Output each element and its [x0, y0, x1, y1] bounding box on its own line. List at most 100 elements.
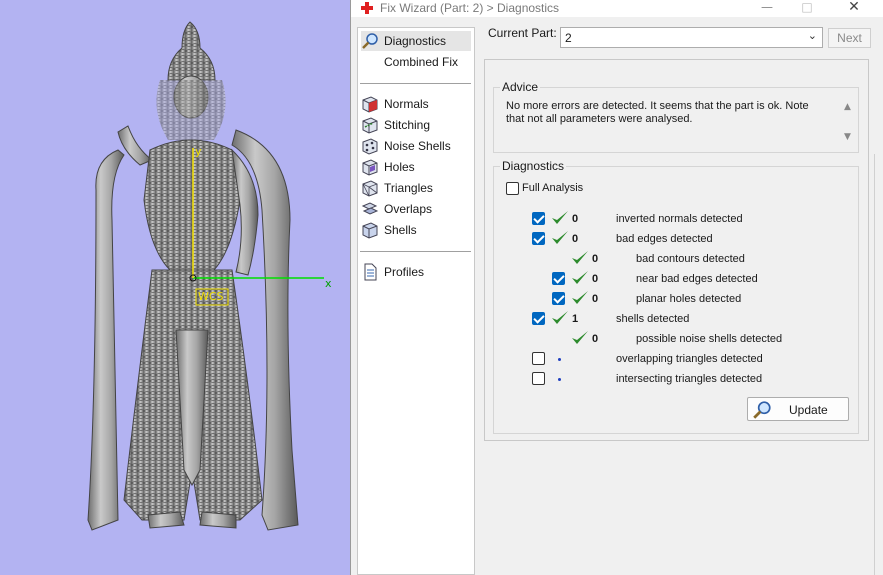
nav-item-profiles[interactable]: Profiles [361, 262, 471, 282]
diagnostic-checkbox[interactable] [532, 352, 545, 365]
nav-item-stitching[interactable]: Stitching [361, 115, 471, 135]
diagnostic-row: 0 planar holes detected [494, 291, 854, 309]
scroll-down-icon[interactable]: ▼ [844, 132, 851, 142]
nav-item-label: Normals [384, 97, 429, 111]
nav-item-label: Shells [384, 223, 417, 237]
fix-wizard-window: Fix Wizard (Part: 2) > Diagnostics — □ ✕… [350, 0, 883, 575]
diagnostic-checkbox[interactable] [532, 312, 545, 325]
diagnostic-count: 0 [592, 333, 599, 345]
green-check-icon [572, 271, 588, 284]
close-button[interactable]: ✕ [831, 0, 877, 17]
chevron-down-icon: ⌄ [807, 29, 817, 42]
current-part-label: Current Part: [488, 26, 557, 40]
diagnostic-row: 0 inverted normals detected [494, 211, 854, 229]
wizard-nav-panel: Diagnostics Combined Fix Normals Stitchi… [357, 27, 475, 575]
green-check-icon [572, 291, 588, 304]
diagnostic-label: intersecting triangles detected [616, 373, 763, 385]
nav-item-noise-shells[interactable]: Noise Shells [361, 136, 471, 156]
pending-dot-icon [558, 358, 561, 361]
triangles-cube-icon [362, 180, 378, 197]
nav-item-label: Diagnostics [384, 34, 447, 48]
nav-item-shells[interactable]: Shells [361, 220, 471, 240]
nav-item-triangles[interactable]: Triangles [361, 178, 471, 198]
green-check-icon [572, 331, 588, 344]
nav-item-label: Profiles [384, 265, 425, 279]
stitching-cube-icon [362, 117, 378, 134]
diagnostic-checkbox[interactable] [552, 272, 565, 285]
diagnostic-count: 0 [592, 293, 599, 305]
overlaps-icon [361, 202, 379, 215]
diagnostic-label: bad edges detected [616, 233, 713, 245]
green-check-icon [572, 251, 588, 264]
diagnostic-label: overlapping triangles detected [616, 353, 763, 365]
nav-item-label: Stitching [384, 118, 431, 132]
advice-text: No more errors are detected. It seems th… [506, 100, 809, 125]
nav-divider [360, 83, 471, 84]
nav-item-combined-fix[interactable]: Combined Fix [361, 52, 471, 72]
full-analysis-label: Full Analysis [522, 182, 584, 194]
nav-item-label: Noise Shells [384, 139, 451, 153]
pending-dot-icon [558, 378, 561, 381]
statue-model [87, 21, 324, 531]
diagnostic-label: possible noise shells detected [636, 333, 783, 345]
axis-label-x: x [325, 277, 332, 290]
document-icon [364, 263, 377, 281]
red-cross-icon [361, 2, 373, 14]
diagnostic-label: near bad edges detected [636, 273, 758, 285]
3d-viewport[interactable]: y x WCS [0, 0, 350, 575]
shells-cube-icon [362, 222, 378, 239]
advice-box: No more errors are detected. It seems th… [506, 100, 836, 148]
diagnostic-checkbox[interactable] [532, 212, 545, 225]
diagnostic-row: overlapping triangles detected [494, 351, 854, 369]
nav-item-label: Holes [384, 160, 415, 174]
diagnostic-count: 1 [572, 313, 579, 325]
axis-label-y: y [195, 145, 202, 158]
nav-item-normals[interactable]: Normals [361, 94, 471, 114]
nav-item-overlaps[interactable]: Overlaps [361, 199, 471, 219]
diagnostic-row: 0 possible noise shells detected [494, 331, 854, 349]
nav-divider [360, 251, 471, 252]
diagnostic-count: 0 [572, 233, 579, 245]
diagnostic-label: bad contours detected [636, 253, 745, 265]
window-title: Fix Wizard (Part: 2) > Diagnostics [380, 1, 560, 15]
nav-item-holes[interactable]: Holes [361, 157, 471, 177]
diagnostic-count: 0 [592, 273, 599, 285]
diagnostic-row: 0 near bad edges detected [494, 271, 854, 289]
diagnostics-group: Diagnostics Full Analysis 0 inverted norm… [493, 159, 859, 434]
advice-scrollbar[interactable]: ▲ ▼ [840, 100, 856, 148]
title-bar: Fix Wizard (Part: 2) > Diagnostics — □ ✕ [351, 0, 883, 17]
holes-cube-icon [362, 159, 378, 176]
blank-icon [361, 53, 379, 71]
wcs-label: WCS [198, 290, 224, 303]
update-button[interactable]: Update [747, 397, 849, 421]
advice-group: Advice No more errors are detected. It s… [493, 80, 859, 153]
magnifier-icon [753, 401, 771, 419]
diagnostic-label: shells detected [616, 313, 690, 325]
diagnostic-checkbox[interactable] [552, 292, 565, 305]
nav-item-diagnostics[interactable]: Diagnostics [361, 31, 471, 51]
diagnostic-label: inverted normals detected [616, 213, 743, 225]
diagnostic-row: 0 bad edges detected [494, 231, 854, 249]
diagnostic-count: 0 [592, 253, 599, 265]
diagnostic-checkbox[interactable] [532, 372, 545, 385]
advice-title: Advice [500, 80, 541, 94]
noise-shells-icon [362, 138, 378, 155]
current-part-value: 2 [565, 31, 572, 45]
diagnostics-panel: Advice No more errors are detected. It s… [484, 59, 869, 441]
diagnostic-checkbox[interactable] [532, 232, 545, 245]
green-check-icon [552, 311, 568, 324]
maximize-button[interactable]: □ [784, 0, 830, 17]
current-part-select[interactable]: 2 ⌄ [560, 27, 823, 48]
magnifier-icon [362, 33, 378, 49]
window-scrollbar[interactable] [874, 154, 883, 575]
diagnostic-label: planar holes detected [636, 293, 742, 305]
scroll-up-icon[interactable]: ▲ [844, 102, 851, 112]
next-button[interactable]: Next [828, 28, 871, 48]
diagnostic-row: 1 shells detected [494, 311, 854, 329]
nav-item-label: Triangles [384, 181, 433, 195]
green-check-icon [552, 231, 568, 244]
diagnostic-row: 0 bad contours detected [494, 251, 854, 269]
normals-cube-icon [362, 96, 378, 113]
full-analysis-checkbox[interactable] [506, 182, 519, 195]
green-check-icon [552, 211, 568, 224]
